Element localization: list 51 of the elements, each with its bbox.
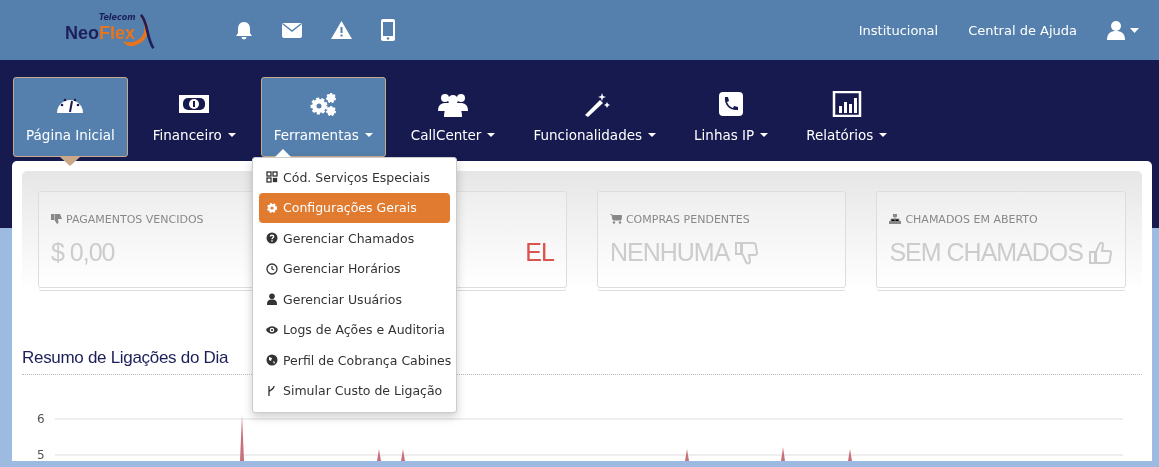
nav-tab[interactable]: CallCenter xyxy=(397,77,509,157)
area-peak xyxy=(781,447,785,461)
user-icon xyxy=(266,293,278,306)
nav-tab[interactable]: Ferramentas xyxy=(260,77,386,157)
menu-item[interactable]: Cód. Serviços Especiais xyxy=(259,162,450,193)
clock-icon xyxy=(266,262,278,275)
menu-item[interactable]: Logs de Ações e Auditoria xyxy=(259,314,450,345)
stat-value: EL xyxy=(525,238,554,267)
envelope-icon[interactable] xyxy=(282,22,302,38)
gears-icon xyxy=(308,91,339,117)
globe-icon xyxy=(266,354,278,367)
area-peak xyxy=(401,449,405,461)
menu-item[interactable]: Gerenciar Usuários xyxy=(259,284,450,315)
area-peak xyxy=(848,449,852,461)
area-peak xyxy=(685,449,689,461)
header-link[interactable]: Central de Ajuda xyxy=(968,22,1077,38)
header-link[interactable]: Institucional xyxy=(858,22,939,38)
menu-item[interactable]: Gerenciar Horários xyxy=(259,253,450,284)
thumbs-down-icon xyxy=(51,214,62,224)
stat-label: COMPRAS PENDENTES xyxy=(625,212,750,226)
menu-item[interactable]: Perfil de Cobrança Cabines xyxy=(259,345,450,376)
menu-item[interactable]: Gerenciar Chamados xyxy=(259,223,450,254)
qr-code-icon xyxy=(266,171,278,184)
settings-icon xyxy=(266,201,278,214)
nav-tab[interactable]: Página Inicial xyxy=(13,77,128,157)
y-axis-label: 6 xyxy=(37,411,46,427)
sitemap-icon xyxy=(889,214,902,224)
y-axis-label: 5 xyxy=(37,447,46,463)
nav-tab[interactable]: Funcionalidades xyxy=(520,77,670,157)
cart-icon xyxy=(609,214,622,224)
eye-icon xyxy=(266,323,278,336)
bell-icon[interactable] xyxy=(235,20,253,40)
menu-item[interactable]: Simular Custo de Ligação xyxy=(259,375,450,406)
stat-label: CHAMADOS EM ABERTO xyxy=(905,212,1038,226)
users-icon xyxy=(438,91,469,117)
bar-chart-icon xyxy=(831,91,862,117)
user-icon xyxy=(1107,20,1125,40)
stat-label: PAGAMENTOS VENCIDOS xyxy=(66,212,204,226)
mobile-phone-icon[interactable] xyxy=(381,19,395,41)
fork-icon xyxy=(266,384,278,397)
area-peak xyxy=(377,449,381,461)
thumbs-up-icon xyxy=(1089,240,1113,265)
caret-icon xyxy=(1130,27,1139,33)
user-menu-button[interactable] xyxy=(1107,20,1139,40)
nav-tab[interactable]: Financeiro xyxy=(139,77,249,157)
nav-tab[interactable]: Linhas IP xyxy=(681,77,782,157)
nav-tab[interactable]: Relatórios xyxy=(793,77,901,157)
thumbs-down-icon xyxy=(735,240,760,265)
question-icon xyxy=(266,232,278,245)
warning-icon[interactable] xyxy=(331,21,352,39)
logo[interactable]: Telecom NeoFlex xyxy=(65,10,155,50)
